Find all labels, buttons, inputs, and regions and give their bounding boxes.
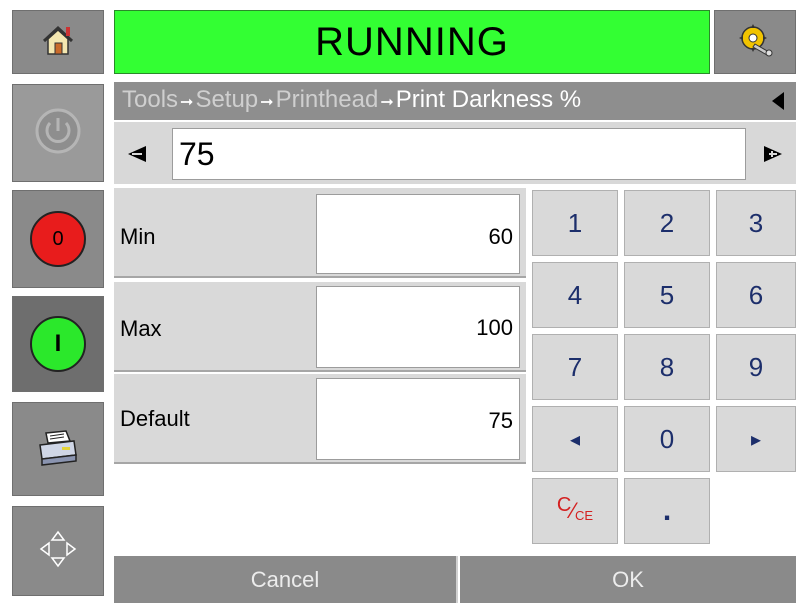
breadcrumb-back-icon[interactable] bbox=[768, 90, 788, 112]
key-dot[interactable]: . bbox=[624, 478, 710, 544]
print-button[interactable] bbox=[12, 402, 104, 496]
start-icon: I bbox=[30, 316, 86, 372]
key-3[interactable]: 3 bbox=[716, 190, 796, 256]
min-label: Min bbox=[120, 224, 156, 249]
clear-c-label: C bbox=[556, 493, 572, 516]
status-text: RUNNING bbox=[315, 19, 509, 64]
key-2[interactable]: 2 bbox=[624, 190, 710, 256]
stop-button[interactable]: 0 bbox=[12, 190, 104, 288]
key-cursor-left[interactable]: ◂ bbox=[532, 406, 618, 472]
max-value: 100 bbox=[316, 286, 520, 368]
stop-label: 0 bbox=[52, 227, 64, 250]
home-icon bbox=[40, 23, 76, 62]
key-0[interactable]: 0 bbox=[624, 406, 710, 472]
breadcrumb-arrow-icon: ➞ bbox=[180, 94, 194, 111]
min-value: 60 bbox=[316, 194, 520, 274]
value-decrement-icon[interactable] bbox=[122, 140, 150, 168]
breadcrumb-item-printhead[interactable]: Printhead bbox=[276, 86, 379, 113]
ok-label: OK bbox=[612, 566, 644, 592]
max-label: Max bbox=[120, 316, 162, 341]
stop-icon: 0 bbox=[30, 211, 86, 267]
value-current: 75 bbox=[179, 136, 215, 172]
power-icon bbox=[34, 107, 82, 160]
navigation-arrows-icon bbox=[38, 529, 78, 574]
ok-button[interactable]: OK bbox=[460, 556, 796, 603]
cancel-button[interactable]: Cancel bbox=[114, 556, 458, 603]
key-1[interactable]: 1 bbox=[532, 190, 618, 256]
home-button[interactable] bbox=[12, 10, 104, 74]
key-cursor-right[interactable]: ▸ bbox=[716, 406, 796, 472]
cancel-label: Cancel bbox=[250, 566, 320, 592]
key-7[interactable]: 7 bbox=[532, 334, 618, 400]
default-value: 75 bbox=[316, 378, 520, 460]
key-clear[interactable]: C ⁄ CE bbox=[532, 478, 618, 544]
value-input[interactable]: 75 bbox=[172, 128, 746, 180]
value-increment-icon[interactable] bbox=[760, 140, 788, 168]
breadcrumb: Tools ➞Setup ➞Printhead ➞Print Darkness % bbox=[114, 82, 796, 120]
power-button[interactable] bbox=[12, 84, 104, 182]
breadcrumb-arrow-icon: ➞ bbox=[260, 94, 274, 111]
key-9[interactable]: 9 bbox=[716, 334, 796, 400]
breadcrumb-current: Print Darkness % bbox=[395, 86, 582, 113]
key-8[interactable]: 8 bbox=[624, 334, 710, 400]
key-5[interactable]: 5 bbox=[624, 262, 710, 328]
default-label: Default bbox=[120, 406, 190, 431]
breadcrumb-arrow-icon: ➞ bbox=[380, 94, 394, 111]
breadcrumb-item-tools[interactable]: Tools bbox=[122, 86, 178, 113]
key-4[interactable]: 4 bbox=[532, 262, 618, 328]
start-button[interactable]: I bbox=[12, 296, 104, 392]
breadcrumb-item-setup[interactable]: Setup bbox=[195, 86, 258, 113]
clear-ce-label: CE bbox=[575, 507, 594, 523]
settings-button[interactable] bbox=[714, 10, 796, 74]
printer-icon bbox=[36, 427, 80, 472]
status-bar: RUNNING bbox=[114, 10, 710, 74]
settings-gear-icon bbox=[735, 22, 775, 63]
key-6[interactable]: 6 bbox=[716, 262, 796, 328]
navigation-button[interactable] bbox=[12, 506, 104, 596]
start-label: I bbox=[54, 330, 62, 357]
